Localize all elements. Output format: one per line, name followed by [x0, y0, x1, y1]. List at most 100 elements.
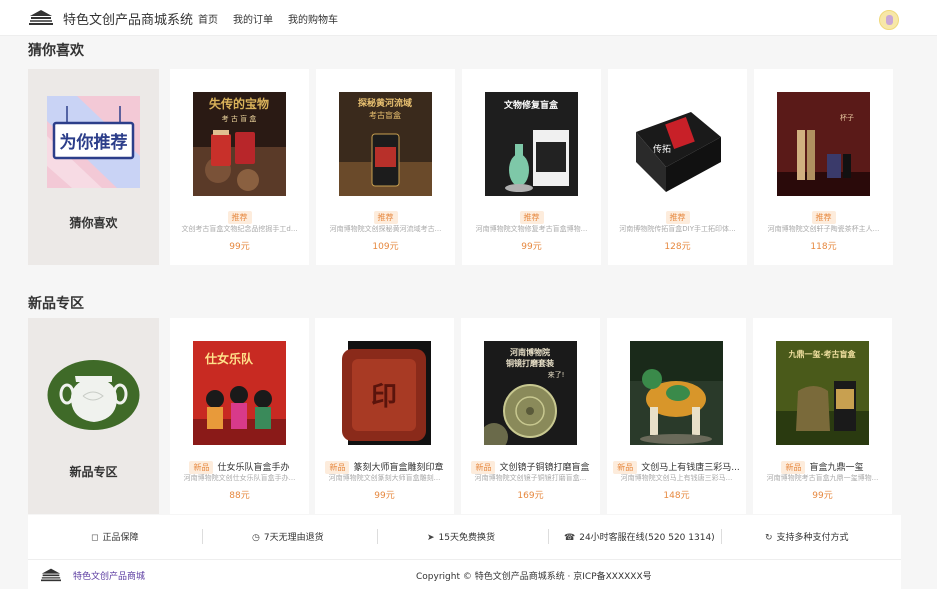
- svg-text:文物修复盲盒: 文物修复盲盒: [503, 99, 559, 111]
- product-desc: 河南博物院传拓盲盒DIY手工拓印体...: [619, 225, 736, 233]
- site-title[interactable]: 特色文创产品商城系统: [63, 9, 193, 28]
- feature-label: 新品专区: [69, 465, 118, 479]
- svg-text:仕女乐队: 仕女乐队: [204, 351, 254, 366]
- nav-orders-link[interactable]: 我的订单: [233, 11, 273, 26]
- svg-text:失传的宝物: 失传的宝物: [209, 96, 269, 111]
- product-card[interactable]: 杯子 推荐 河南博物院文创轩子陶瓷茶杯主人... 118元: [754, 69, 893, 265]
- product-name: 仕女乐队盲盒手办: [217, 463, 290, 473]
- service-label: 24小时客服在线(520 520 1314): [579, 533, 715, 543]
- service-item: ➤ 15天免费换货: [427, 530, 495, 543]
- jade-vessel-image: [47, 360, 140, 430]
- svg-text:来了!: 来了!: [548, 371, 565, 379]
- product-price: 169元: [517, 491, 544, 501]
- product-price: 118元: [810, 242, 837, 252]
- recommend-tag: 推荐: [811, 211, 836, 224]
- copyright-text: Copyright © 特色文创产品商城系统 · 京ICP备XXXXXX号: [416, 572, 652, 582]
- service-label: 7天无理由退货: [263, 533, 324, 543]
- divider: [721, 529, 722, 544]
- service-label: 支持多种支付方式: [776, 533, 849, 543]
- product-image[interactable]: 河南博物院 铜镜打磨套装 来了!: [484, 341, 577, 445]
- svg-text:考古盲盒: 考古盲盒: [369, 110, 401, 120]
- divider: [548, 529, 549, 544]
- product-name: 篆刻大师盲盒雕刻印章: [353, 463, 444, 473]
- svg-text:传拓: 传拓: [653, 143, 671, 155]
- footer: 特色文创产品商城 Copyright © 特色文创产品商城系统 · 京ICP备X…: [28, 559, 901, 589]
- product-image[interactable]: 杯子: [777, 92, 870, 196]
- product-price: 99元: [374, 491, 395, 501]
- service-bar: ◻ 正品保障 ◷ 7天无理由退货 ➤ 15天免费换货 ☎ 24小时客服在线(520 52…: [28, 515, 901, 559]
- banner-text: 为你推荐: [60, 132, 128, 153]
- feature-card-new[interactable]: 新品专区: [28, 318, 159, 514]
- product-price: 99元: [812, 491, 833, 501]
- product-image[interactable]: [630, 341, 723, 445]
- product-desc: 河南博物院文创篆刻大师盲盒雕刻...: [328, 474, 441, 482]
- product-card[interactable]: 印 新品 篆刻大师盲盒雕刻印章 河南博物院文创篆刻大师盲盒雕刻... 99元: [315, 318, 454, 514]
- product-image[interactable]: 失传的宝物 考 古 盲 盒: [193, 92, 286, 196]
- svg-text:印: 印: [371, 382, 397, 412]
- product-price: 99元: [521, 242, 542, 252]
- svg-text:铜镜打磨套装: 铜镜打磨套装: [506, 358, 554, 368]
- clock-icon: ◷: [252, 533, 260, 543]
- section-title-new: 新品专区: [28, 296, 84, 312]
- product-desc: 河南博物院文创镜子铜镜打磨盲盒...: [474, 474, 587, 482]
- svg-text:九鼎一玺·考古盲盒: 九鼎一玺·考古盲盒: [787, 349, 856, 359]
- footer-site-name[interactable]: 特色文创产品商城: [73, 569, 145, 582]
- product-card[interactable]: 九鼎一玺·考古盲盒 新品 盲盒九鼎一玺 河南博物院考古盲盒九鼎一玺博物... 99…: [753, 318, 892, 514]
- site-logo-icon[interactable]: [28, 8, 54, 26]
- recommend-tag: 推荐: [519, 211, 544, 224]
- product-price: 128元: [664, 242, 691, 252]
- svg-text:杯子: 杯子: [840, 113, 854, 122]
- svg-text:河南博物院: 河南博物院: [510, 347, 550, 357]
- product-image[interactable]: 探秘黄河流域 考古盲盒: [339, 92, 432, 196]
- service-item: ◷ 7天无理由退货: [252, 530, 324, 543]
- recommend-tag: 推荐: [373, 211, 398, 224]
- section-title-guess: 猜你喜欢: [28, 43, 84, 59]
- product-desc: 河南博物院文物修复考古盲盒博物...: [475, 225, 588, 233]
- product-desc: 文创考古盲盒文物纪念品挖掘手工d...: [181, 225, 298, 233]
- product-image[interactable]: 仕女乐队: [193, 341, 286, 445]
- product-image[interactable]: 印: [338, 341, 431, 445]
- product-card[interactable]: 仕女乐队 新品 仕女乐队盲盒手办 河南博物院文创仕女乐队盲盒手办... 88元: [170, 318, 309, 514]
- feature-label: 猜你喜欢: [69, 216, 118, 230]
- footer-logo-icon[interactable]: [40, 567, 62, 582]
- product-image[interactable]: 文物修复盲盒: [485, 92, 578, 196]
- divider: [377, 529, 378, 544]
- product-desc: 河南博物院文创马上有钱唐三彩马...: [620, 474, 733, 482]
- product-card[interactable]: 文物修复盲盒 推荐 河南博物院文物修复考古盲盒博物... 99元: [462, 69, 601, 265]
- top-navbar: 特色文创产品商城系统 首页 我的订单 我的购物车: [0, 0, 937, 36]
- product-name: 盲盒九鼎一玺: [809, 463, 864, 473]
- product-desc: 河南博物院考古盲盒九鼎一玺博物...: [766, 474, 879, 482]
- svg-text:探秘黄河流域: 探秘黄河流域: [358, 97, 412, 109]
- product-name: 文创马上有钱唐三彩马...: [641, 463, 740, 473]
- product-card[interactable]: 失传的宝物 考 古 盲 盒 推荐 文创考古盲盒文物纪念品挖掘手工d... 99元: [170, 69, 309, 265]
- recommend-tag: 推荐: [227, 211, 252, 224]
- headset-icon: ☎: [564, 533, 576, 543]
- product-image[interactable]: 九鼎一玺·考古盲盒: [776, 341, 869, 445]
- refresh-icon: ↻: [765, 533, 773, 543]
- product-image[interactable]: 传拓: [631, 92, 724, 196]
- service-item: ↻ 支持多种支付方式: [765, 530, 849, 543]
- divider: [202, 529, 203, 544]
- svg-text:考 古 盲 盒: 考 古 盲 盒: [222, 114, 257, 123]
- product-desc: 河南博物院文创探秘黄河流域考古...: [329, 225, 442, 233]
- user-avatar[interactable]: [879, 10, 899, 30]
- product-price: 99元: [229, 242, 250, 252]
- feature-card-guess[interactable]: 为你推荐 猜你喜欢: [28, 69, 159, 265]
- product-name: 文创镜子铜镜打磨盲盒: [499, 463, 590, 473]
- product-card[interactable]: 河南博物院 铜镜打磨套装 来了! 新品 文创镜子铜镜打磨盲盒 河南博物院文创镜子铜…: [461, 318, 600, 514]
- service-label: 15天免费换货: [438, 533, 495, 543]
- nav-cart-link[interactable]: 我的购物车: [288, 11, 338, 26]
- product-price: 148元: [663, 491, 690, 501]
- service-label: 正品保障: [102, 533, 139, 543]
- product-card[interactable]: 传拓 推荐 河南博物院传拓盲盒DIY手工拓印体... 128元: [608, 69, 747, 265]
- product-card[interactable]: 新品 文创马上有钱唐三彩马... 河南博物院文创马上有钱唐三彩马... 148元: [607, 318, 746, 514]
- product-card[interactable]: 探秘黄河流域 考古盲盒 推荐 河南博物院文创探秘黄河流域考古... 109元: [316, 69, 455, 265]
- product-price: 109元: [372, 242, 399, 252]
- send-icon: ➤: [427, 533, 435, 543]
- shield-icon: ◻: [91, 533, 99, 543]
- service-item: ◻ 正品保障: [91, 530, 139, 543]
- nav-home-link[interactable]: 首页: [198, 11, 218, 26]
- product-desc: 河南博物院文创轩子陶瓷茶杯主人...: [767, 225, 880, 233]
- recommend-banner-image: 为你推荐: [47, 96, 140, 188]
- product-desc: 河南博物院文创仕女乐队盲盒手办...: [183, 474, 296, 482]
